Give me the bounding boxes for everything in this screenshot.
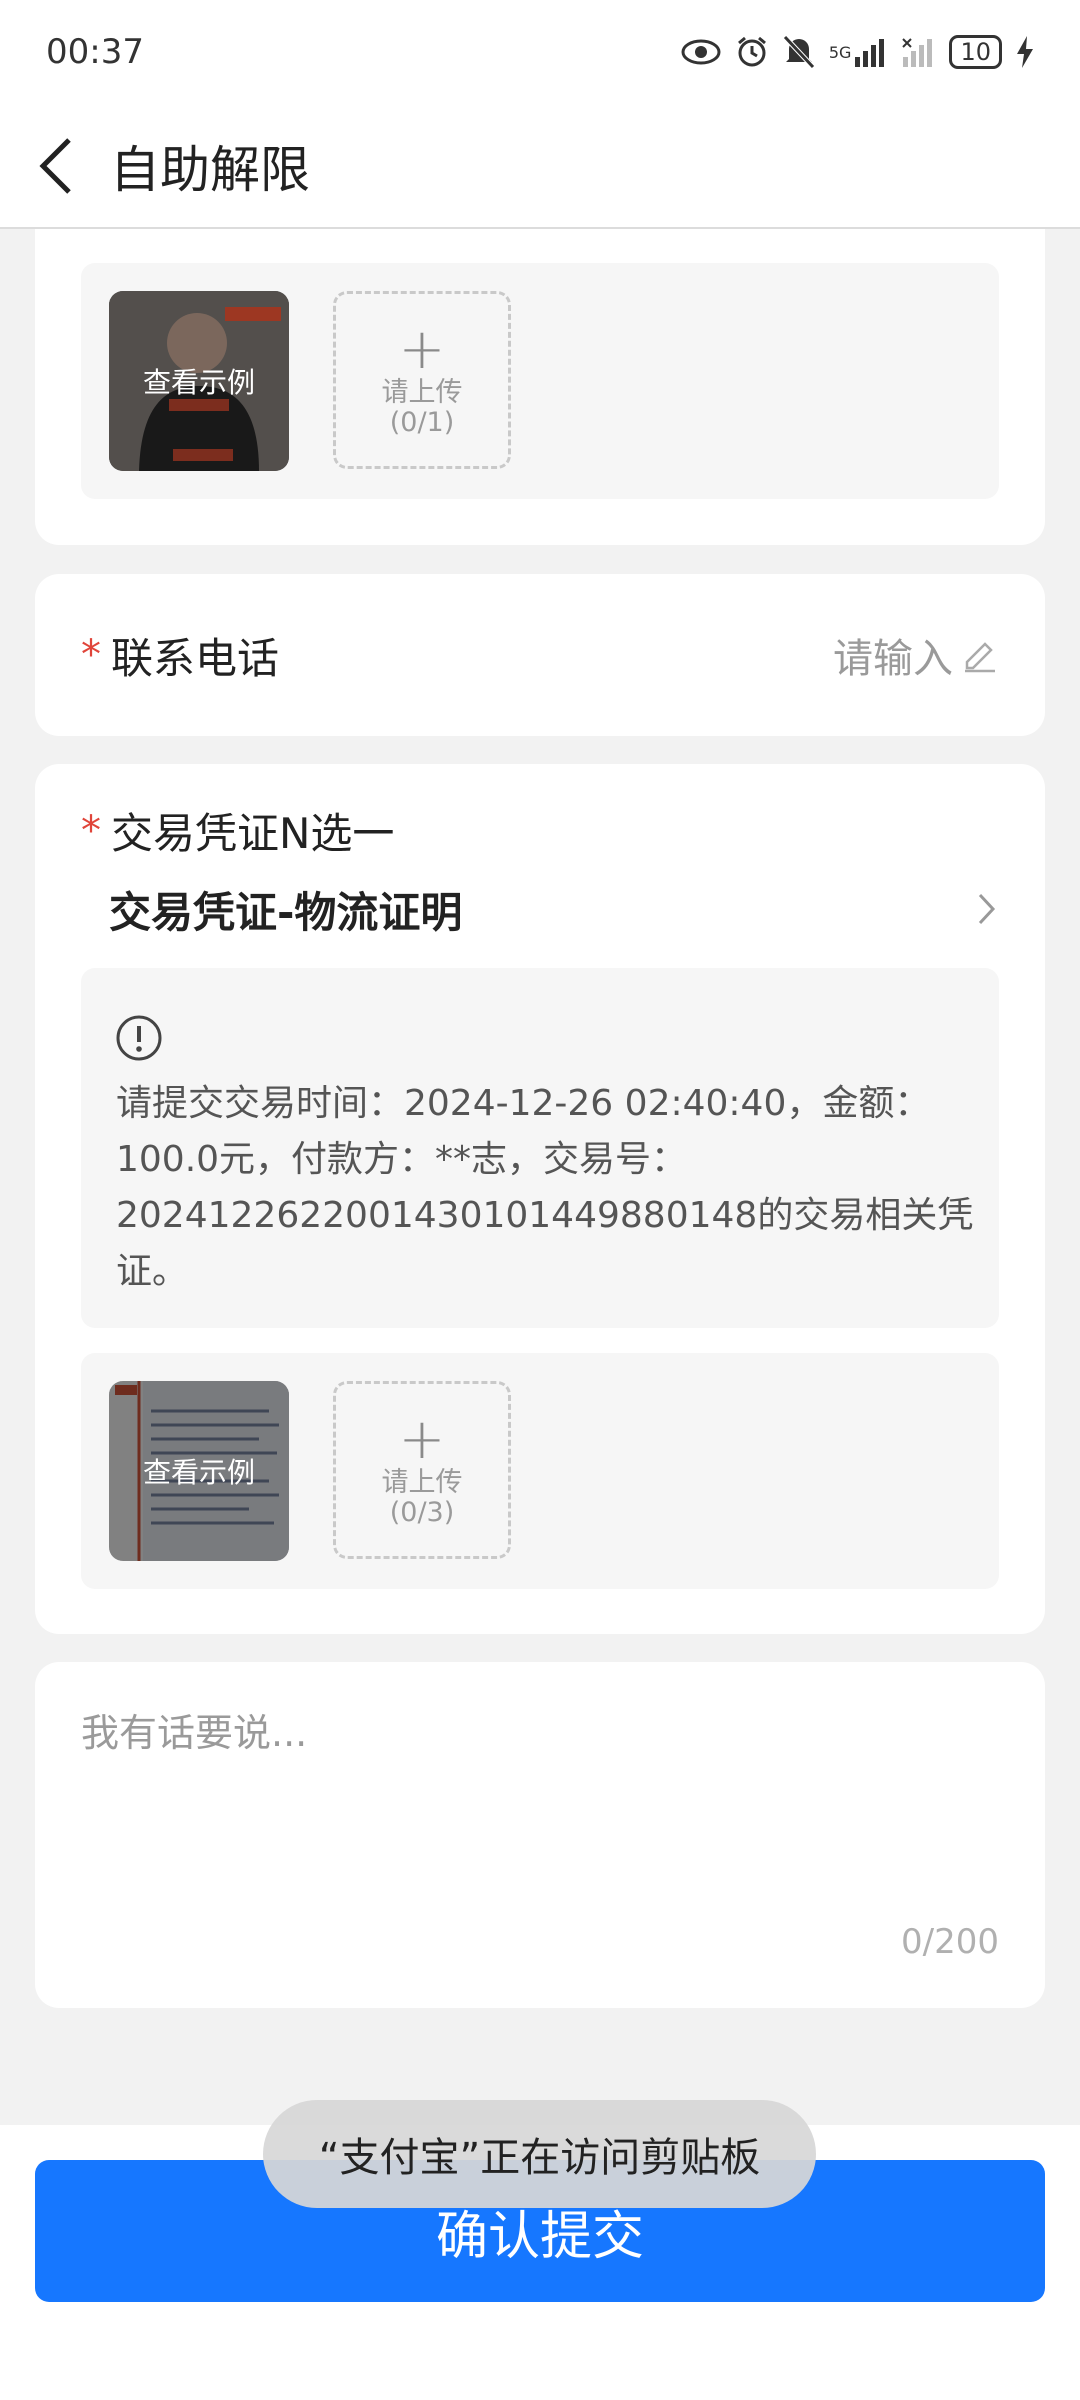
network-label: 5G [828,42,852,62]
photo-upload-card: 查看示例 + 请上传 (0/1) [35,229,1045,545]
page-title: 自助解限 [110,140,310,199]
comment-counter: 0/200 [901,1922,999,1962]
phone-field-card: * 联系电话 请输入 [35,574,1045,736]
edit-icon [965,642,995,673]
header: 自助解限 [0,104,1080,229]
chevron-left-icon [39,137,71,194]
notice-line: 证。 [116,1251,189,1292]
photo-upload-area: 查看示例 + 请上传 (0/1) [81,263,999,499]
eye-icon [681,39,721,65]
plus-icon: + [398,317,446,382]
phone-input[interactable]: 请输入 [833,626,999,684]
comment-card: 我有话要说... 0/200 [35,1662,1045,2008]
example-label: 查看示例 [142,1456,255,1489]
upload-voucher-button[interactable]: + 请上传 (0/3) [333,1381,511,1559]
plus-icon: + [398,1407,446,1472]
voucher-card: * 交易凭证N选一 交易凭证-物流证明 请提交交易时间：2024-12-26 0… [35,764,1045,1634]
voucher-label-row: * 交易凭证N选一 [81,800,394,861]
upload-count: (0/1) [389,407,455,438]
signal-empty-icon [901,37,935,67]
voucher-upload-area: 查看示例 + 请上传 (0/3) [81,1353,999,1589]
phone-placeholder: 请输入 [833,636,953,682]
selected-voucher-type: 交易凭证-物流证明 [109,887,463,937]
upload-count: (0/3) [389,1497,455,1528]
required-mark: * [81,807,101,854]
upload-photo-button[interactable]: + 请上传 (0/1) [333,291,511,469]
signal-5g-icon: 5G [829,37,888,67]
info-icon [116,1015,162,1061]
status-icons: 5G 10 [681,35,1034,69]
example-thumbnail[interactable]: 查看示例 [109,1381,289,1561]
notice-text: 请提交交易时间：2024-12-26 02:40:40，金额： 100.0元，付… [116,1076,973,1300]
voucher-label: 交易凭证N选一 [111,809,395,858]
chevron-right-icon [978,893,996,925]
scroll-content[interactable]: 查看示例 + 请上传 (0/1) * 联系电话 请输入 * 交易凭证N选一 交易… [0,229,1080,2125]
phone-label: 联系电话 [111,633,280,683]
required-mark: * [81,632,101,678]
voucher-type-selector[interactable]: 交易凭证-物流证明 [109,874,1009,944]
charging-icon [1016,36,1034,68]
clipboard-toast: “支付宝”正在访问剪贴板 [263,2100,816,2208]
comment-textarea[interactable]: 我有话要说... 0/200 [81,1702,999,1972]
example-thumbnail[interactable]: 查看示例 [109,291,289,471]
notice-line: 请提交交易时间：2024-12-26 02:40:40，金额： [116,1083,931,1124]
notice-line: 100.0元，付款方：**志，交易号： [116,1139,688,1180]
battery-icon: 10 [949,35,1002,69]
mute-icon [783,35,815,69]
comment-placeholder: 我有话要说... [81,1711,308,1755]
status-bar: 00:37 5G 10 [0,0,1080,104]
voucher-notice: 请提交交易时间：2024-12-26 02:40:40，金额： 100.0元，付… [81,968,999,1328]
upload-label: 请上传 [381,1467,463,1498]
upload-label: 请上传 [381,377,463,408]
example-label: 查看示例 [142,366,255,399]
status-time: 00:37 [46,32,144,72]
back-button[interactable] [0,103,110,228]
notice-line: 2024122622001430101449880148的交易相关凭 [116,1195,974,1236]
alarm-icon [735,35,769,69]
